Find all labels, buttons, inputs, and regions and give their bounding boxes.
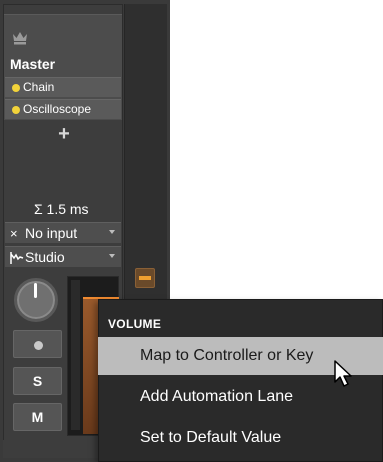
mute-button[interactable]: M: [13, 403, 62, 431]
device-status-dot: [12, 106, 20, 114]
device-slot-chain[interactable]: Chain: [5, 77, 121, 97]
device-slot-oscilloscope[interactable]: Oscilloscope: [5, 99, 121, 119]
mouse-pointer-icon: [334, 360, 352, 387]
waveform-icon: [10, 252, 24, 264]
output-label: Studio: [25, 249, 65, 265]
record-dot-icon: [34, 341, 43, 350]
input-label: No input: [25, 225, 78, 241]
chevron-down-icon: [109, 254, 115, 258]
device-status-dot: [12, 84, 20, 92]
volume-knob-pointer: [34, 283, 37, 298]
crown-icon: [13, 32, 27, 45]
record-arm-button[interactable]: [13, 330, 62, 358]
solo-button[interactable]: S: [13, 367, 62, 395]
input-selector[interactable]: × No input: [5, 222, 121, 243]
chevron-down-icon: [109, 230, 115, 234]
channel-name[interactable]: Master: [10, 56, 55, 72]
latency-readout: Σ 1.5 ms: [34, 201, 89, 217]
fader-icon: [139, 276, 151, 280]
meter-channel-left: [71, 280, 80, 430]
fader-toggle-button[interactable]: [135, 268, 155, 288]
add-device-button[interactable]: +: [56, 124, 72, 144]
menu-item-set-default-value[interactable]: Set to Default Value: [98, 419, 383, 457]
device-name-label: Oscilloscope: [23, 102, 92, 116]
no-input-icon: ×: [10, 226, 18, 241]
output-selector[interactable]: Studio: [5, 246, 121, 267]
context-menu-header: VOLUME: [108, 317, 162, 331]
device-name-label: Chain: [23, 80, 55, 94]
